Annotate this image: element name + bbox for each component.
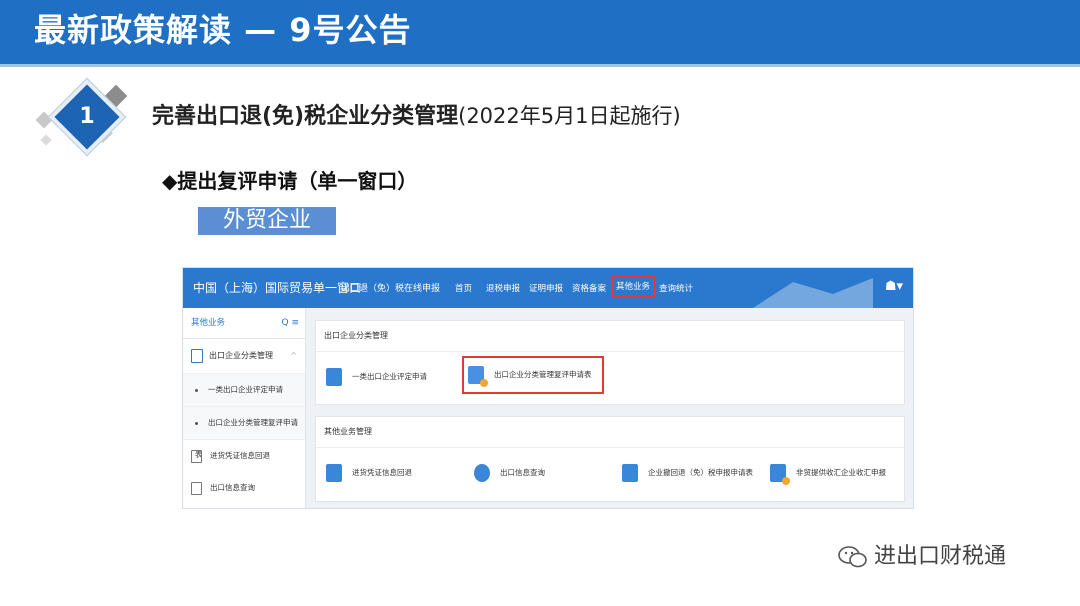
tile-reevaluation-form[interactable]: 出口企业分类管理复评申请表 (462, 356, 604, 394)
tile-label: 非贸提供收汇企业收汇申报 (796, 468, 886, 477)
search-document-icon (191, 481, 202, 495)
tile-purchase-voucher-rollback[interactable]: 进货凭证信息回退 (322, 456, 412, 490)
tile-withdraw-refund-application[interactable]: 企业撤回退（免）税申报申请表 (618, 456, 753, 490)
currency-list-icon (770, 464, 790, 485)
tile-label: 企业撤回退（免）税申报申请表 (648, 468, 753, 477)
section-number-badge: 1 (35, 78, 134, 156)
section-heading-main: 完善出口退(免)税企业分类管理 (152, 104, 459, 129)
nav-other-business[interactable]: 其他业务 (611, 276, 656, 298)
panel-body: 进货凭证信息回退 出口信息查询 企业撤回退（免）税申报申请表 非贸提供收汇企业收… (316, 448, 904, 500)
app-topbar: 中国（上海）国际贸易单一窗口 出口退（免）税在线申报 首页 退税申报 证明申报 … (183, 268, 913, 308)
slide-header: 最新政策解读 — 9号公告 (0, 0, 1080, 64)
user-glyph: ☗ (884, 279, 897, 294)
document-icon (191, 348, 203, 363)
tile-non-trade-fx-declaration[interactable]: 非贸提供收汇企业收汇申报 (766, 456, 886, 490)
panel-title: 出口企业分类管理 (316, 321, 904, 352)
subsection-label: ◆提出复评申请（单一窗口） (162, 169, 418, 193)
nav-qualification-filing[interactable]: 资格备案 (572, 282, 606, 296)
panel-classification-management: 出口企业分类管理 一类出口企业评定申请 出口企业分类管理复评申请表 (315, 320, 905, 405)
search-icon (474, 464, 490, 482)
panel-other-business-management: 其他业务管理 进货凭证信息回退 出口信息查询 企业撤回退（免）税申报申请表 非贸… (315, 416, 905, 502)
section-number: 1 (79, 104, 95, 129)
chevron-up-icon[interactable]: ^ (290, 339, 297, 373)
panel-body: 一类出口企业评定申请 出口企业分类管理复评申请表 (316, 352, 904, 404)
header-divider (0, 64, 1080, 67)
enterprise-type-tag: 外贸企业 (198, 207, 336, 235)
sidebar-item-first-class-evaluation[interactable]: 一类出口企业评定申请 (183, 374, 305, 407)
sidebar-group-classification[interactable]: 出口企业分类管理 ^ (183, 339, 305, 374)
app-subtitle: 出口退（免）税在线申报 (341, 284, 441, 294)
tile-label: 一类出口企业评定申请 (352, 372, 427, 381)
roof-decoration-icon (753, 278, 873, 308)
building-icon (326, 368, 342, 386)
app-sidebar: 其他业务 Q ≡ 出口企业分类管理 ^ 一类出口企业评定申请 出口企业分类管理复… (183, 308, 306, 508)
section-heading-note: (2022年5月1日起施行) (458, 104, 681, 128)
sidebar-header: 其他业务 Q ≡ (183, 308, 305, 339)
slide-title: 最新政策解读 — 9号公告 (34, 11, 412, 49)
nav-certificate-declaration[interactable]: 证明申报 (529, 282, 563, 296)
sidebar-item-export-info-query[interactable]: 出口信息查询 (183, 472, 305, 504)
panel-title: 其他业务管理 (316, 417, 904, 448)
edit-document-icon (468, 366, 488, 387)
app-screenshot: 中国（上海）国际贸易单一窗口 出口退（免）税在线申报 首页 退税申报 证明申报 … (182, 267, 914, 509)
tile-first-class-evaluation[interactable]: 一类出口企业评定申请 (322, 360, 427, 394)
return-document-icon (326, 464, 342, 482)
sidebar-group-label: 出口企业分类管理 (209, 351, 273, 360)
sidebar-item-reevaluation-form[interactable]: 出口企业分类管理复评申请表 (183, 407, 305, 459)
tile-label: 出口信息查询 (500, 468, 545, 477)
section-heading: 完善出口退(免)税企业分类管理(2022年5月1日起施行) (152, 100, 681, 133)
document-icon (191, 449, 202, 463)
tile-label: 进货凭证信息回退 (352, 468, 412, 477)
wechat-watermark: 进出口财税通 (838, 540, 1006, 574)
app-brand[interactable]: 中国（上海）国际贸易单一窗口 (193, 280, 361, 296)
tile-label: 出口企业分类管理复评申请表 (494, 370, 592, 379)
sidebar-item-label: 进货凭证信息回退 (210, 451, 270, 460)
sidebar-search-menu-icons[interactable]: Q ≡ (282, 308, 300, 338)
bullet-icon (195, 388, 198, 392)
decor-diamond (40, 134, 52, 146)
sidebar-item-purchase-voucher-rollback[interactable]: 进货凭证信息回退 (183, 440, 305, 472)
sidebar-title: 其他业务 (191, 318, 226, 328)
tile-export-info-query[interactable]: 出口信息查询 (470, 456, 545, 490)
sidebar-item-label: 出口信息查询 (210, 483, 255, 492)
user-menu-icon[interactable]: ☗▾ (885, 280, 903, 294)
wechat-icon (838, 546, 867, 568)
nav-home[interactable]: 首页 (455, 282, 472, 296)
nav-tax-refund-declaration[interactable]: 退税申报 (486, 282, 520, 296)
nav-query-statistics[interactable]: 查询统计 (659, 282, 693, 296)
building-document-icon (622, 464, 638, 482)
bullet-icon (195, 421, 198, 425)
watermark-text: 进出口财税通 (874, 544, 1007, 569)
sidebar-item-label: 一类出口企业评定申请 (208, 385, 283, 394)
